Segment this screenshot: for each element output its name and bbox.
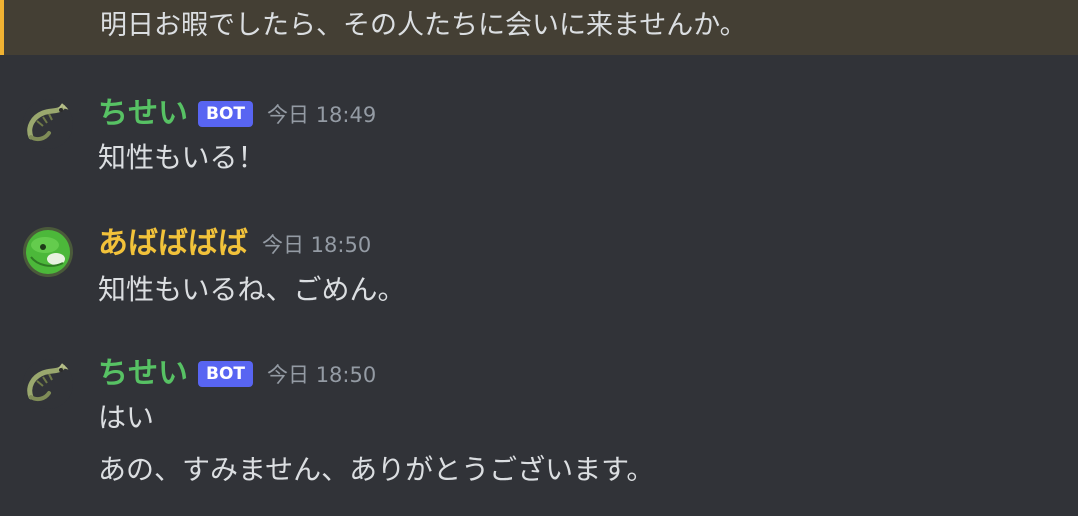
message-header: ちせい BOT 今日 18:49 xyxy=(98,97,376,131)
green-ball-avatar-icon[interactable] xyxy=(23,227,73,277)
timestamp[interactable]: 今日 18:50 xyxy=(267,363,376,387)
username[interactable]: ちせい xyxy=(98,356,188,391)
username[interactable]: ちせい xyxy=(98,96,188,131)
bot-tag: BOT xyxy=(198,101,254,127)
message-text: 明日お暇でしたら、その人たちに会いに来ませんか。 xyxy=(100,10,747,41)
shrimp-icon[interactable] xyxy=(23,359,73,409)
message-text: はい xyxy=(98,401,155,434)
highlighted-message: 明日お暇でしたら、その人たちに会いに来ませんか。 xyxy=(0,0,1078,55)
username[interactable]: あばばばば xyxy=(98,226,248,261)
timestamp[interactable]: 今日 18:50 xyxy=(262,233,371,257)
shrimp-icon[interactable] xyxy=(23,99,73,149)
message-header: ちせい BOT 今日 18:50 xyxy=(98,357,376,391)
bot-tag: BOT xyxy=(198,361,254,387)
message-text: 知性もいるね、ごめん。 xyxy=(98,273,406,306)
message-text: あの、すみません、ありがとうございます。 xyxy=(98,453,655,486)
message-text: 知性もいる！ xyxy=(98,141,266,174)
message-header: あばばばば 今日 18:50 xyxy=(98,227,371,261)
timestamp[interactable]: 今日 18:49 xyxy=(267,103,376,127)
